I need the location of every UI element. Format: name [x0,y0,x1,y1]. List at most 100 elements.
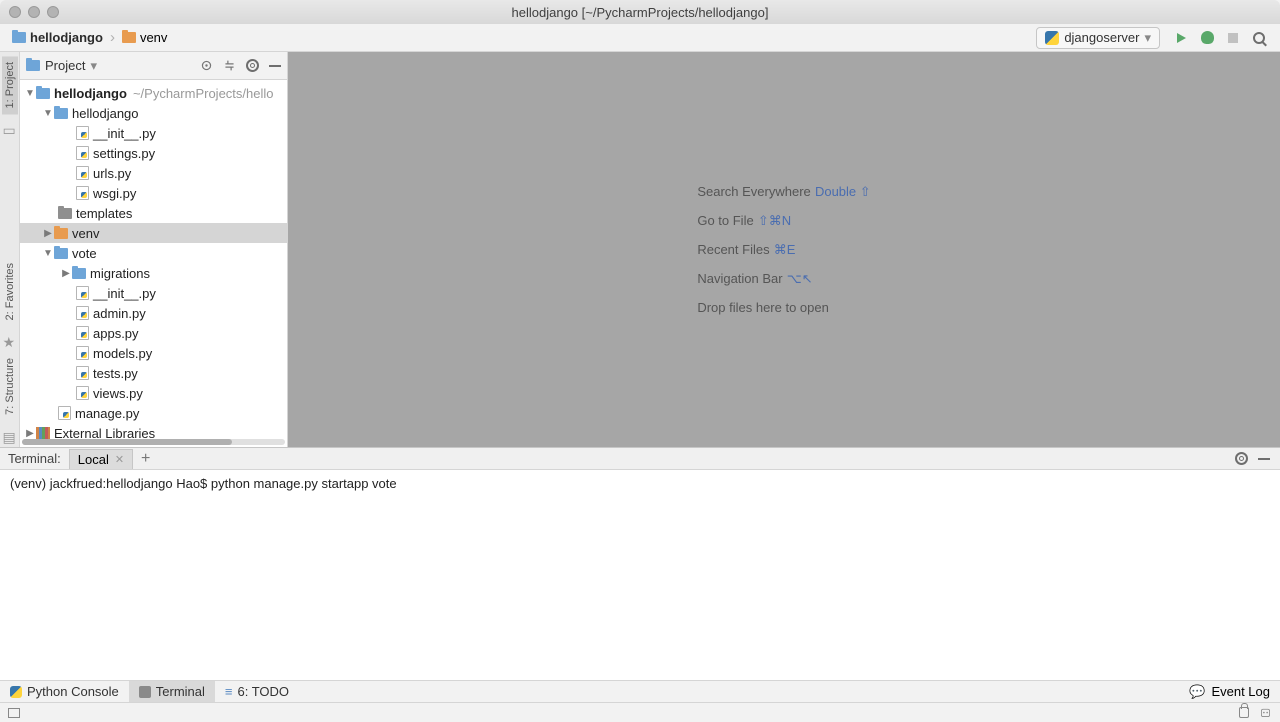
tree-file[interactable]: admin.py [20,303,287,323]
tree-file[interactable]: tests.py [20,363,287,383]
hint-nav-shortcut: ⌥↖ [787,271,813,286]
tab-terminal[interactable]: Terminal [129,681,215,702]
python-icon [1045,31,1059,45]
tree-file[interactable]: views.py [20,383,287,403]
terminal-tab-label: Local [78,452,109,467]
folder-icon [72,268,86,279]
bug-icon [1201,31,1214,44]
tree-folder-migrations[interactable]: ▶migrations [20,263,287,283]
tab-python-console[interactable]: Python Console [0,681,129,702]
sidebar-tab-project[interactable]: 1: Project [2,56,18,114]
terminal-icon [139,686,151,698]
hint-recent-label: Recent Files [697,242,769,257]
bottom-tool-tabs: Python Console Terminal ≡6: TODO 💬 Event… [0,680,1280,702]
run-button[interactable] [1170,27,1192,49]
project-panel-header: Project ▾ [20,52,287,80]
tree-file[interactable]: wsgi.py [20,183,287,203]
scroll-from-source-icon[interactable] [200,59,213,72]
star-icon[interactable]: ★ [3,334,17,348]
horizontal-scrollbar[interactable] [22,439,285,445]
status-bar [0,702,1280,722]
folder-icon [36,88,50,99]
tree-folder-vote[interactable]: ▼vote [20,243,287,263]
hector-icon[interactable] [1259,706,1272,719]
event-log-label[interactable]: Event Log [1211,684,1270,699]
tree-external-libraries[interactable]: ▶External Libraries [20,423,287,439]
breadcrumb-root[interactable]: hellodjango [8,28,107,47]
new-terminal-button[interactable]: + [133,450,158,468]
hide-icon[interactable] [1258,458,1270,460]
project-tree[interactable]: ▼hellodjango~/PycharmProjects/hello ▼hel… [20,80,287,439]
run-config-label: djangoserver [1064,30,1139,45]
folder-icon [54,108,68,119]
stop-button [1222,27,1244,49]
run-config-selector[interactable]: djangoserver ▾ [1036,27,1160,49]
libraries-icon [36,427,50,439]
hint-goto-label: Go to File [697,213,753,228]
tree-file[interactable]: settings.py [20,143,287,163]
gear-icon[interactable] [246,59,259,72]
title-bar: hellodjango [~/PycharmProjects/hellodjan… [0,0,1280,24]
terminal-header: Terminal: Local ✕ + [0,448,1280,470]
editor-hints: Search Everywhere Double ⇧ Go to File ⇧⌘… [697,171,870,328]
tree-file[interactable]: __init__.py [20,283,287,303]
stop-icon [1228,33,1238,43]
search-everywhere-button[interactable] [1248,27,1270,49]
folder-icon [122,32,136,43]
hide-icon[interactable] [269,65,281,67]
python-file-icon [76,386,89,400]
tool-windows-toggle-icon[interactable] [8,708,20,718]
terminal-title: Terminal: [0,451,69,466]
breadcrumb-venv[interactable]: venv [118,28,171,47]
hint-search-label: Search Everywhere [697,184,810,199]
sidebar-tab-structure[interactable]: 7: Structure [2,352,18,421]
folder-icon [12,32,26,43]
python-file-icon [76,126,89,140]
project-panel-title[interactable]: Project [45,58,85,73]
python-file-icon [76,366,89,380]
folder-icon [58,208,72,219]
python-file-icon [76,146,89,160]
terminal-body[interactable]: (venv) jackfrued:hellodjango Hao$ python… [0,470,1280,680]
left-tool-gutter: 1: Project ▭ 2: Favorites ★ 7: Structure… [0,52,20,447]
python-file-icon [76,326,89,340]
chevron-down-icon: ▾ [1144,30,1151,46]
folder-icon [54,228,68,239]
hint-recent-shortcut: ⌘E [774,242,796,257]
python-icon [10,686,22,698]
tree-file[interactable]: urls.py [20,163,287,183]
tree-folder-hellodjango[interactable]: ▼hellodjango [20,103,287,123]
todo-icon: ≡ [225,684,233,699]
navigation-bar: hellodjango › venv djangoserver ▾ [0,24,1280,52]
gear-icon[interactable] [1235,452,1248,465]
tree-folder-venv[interactable]: ▶venv [20,223,287,243]
debug-button[interactable] [1196,27,1218,49]
chevron-down-icon[interactable]: ▾ [90,58,97,74]
breadcrumb-root-label: hellodjango [30,30,103,45]
tree-file[interactable]: __init__.py [20,123,287,143]
collapse-all-icon[interactable] [223,59,236,72]
tab-todo[interactable]: ≡6: TODO [215,681,299,702]
hint-goto-shortcut: ⇧⌘N [758,213,791,228]
python-file-icon [76,306,89,320]
tree-file-manage[interactable]: manage.py [20,403,287,423]
window-title: hellodjango [~/PycharmProjects/hellodjan… [0,5,1280,20]
terminal-tab-local[interactable]: Local ✕ [69,449,133,469]
tree-project-root[interactable]: ▼hellodjango~/PycharmProjects/hello [20,83,287,103]
tree-folder-templates[interactable]: templates [20,203,287,223]
tree-file[interactable]: apps.py [20,323,287,343]
python-file-icon [76,286,89,300]
play-icon [1177,33,1186,43]
folder-icon [54,248,68,259]
python-file-icon [76,346,89,360]
structure-icon[interactable]: ▤ [3,429,17,443]
hint-drop-label: Drop files here to open [697,300,829,315]
terminal-line: (venv) jackfrued:hellodjango Hao$ python… [10,476,1270,491]
lock-icon[interactable] [1239,707,1249,718]
sidebar-tab-favorites[interactable]: 2: Favorites [2,257,18,326]
bookmark-icon[interactable]: ▭ [3,122,17,136]
tree-file[interactable]: models.py [20,343,287,363]
terminal-tool-window: Terminal: Local ✕ + (venv) jackfrued:hel… [0,447,1280,680]
close-tab-icon[interactable]: ✕ [115,453,124,466]
editor-empty-state[interactable]: Search Everywhere Double ⇧ Go to File ⇧⌘… [288,52,1280,447]
